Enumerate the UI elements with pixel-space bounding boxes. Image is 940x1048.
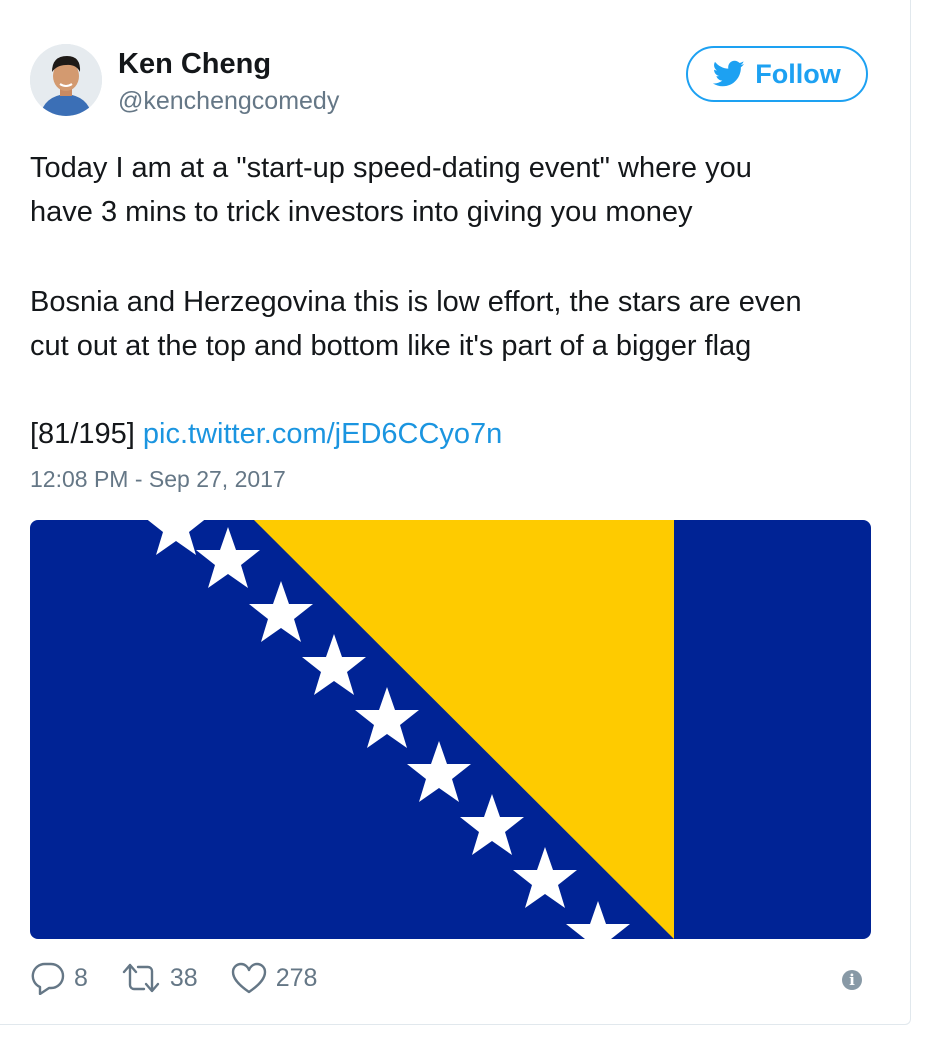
author-handle[interactable]: @kenchengcomedy	[118, 87, 339, 116]
tweet-line: have 3 mins to trick investors into givi…	[30, 196, 693, 228]
info-icon[interactable]: i	[842, 970, 862, 990]
tweet-line: cut out at the top and bottom like it's …	[30, 330, 752, 362]
follow-button[interactable]: Follow	[686, 46, 868, 102]
retweet-count: 38	[169, 963, 198, 992]
tweet-line: Bosnia and Herzegovina this is low effor…	[30, 286, 802, 318]
like-count: 278	[275, 963, 318, 992]
tweet-card: Ken Cheng @kenchengcomedy Follow Today I…	[0, 0, 911, 1025]
tweet-media-image[interactable]	[30, 520, 871, 939]
like-button[interactable]: 278	[230, 961, 318, 995]
tweet-paragraph-2: Bosnia and Herzegovina this is low effor…	[30, 280, 890, 368]
tweet-paragraph-1: Today I am at a "start-up speed-dating e…	[30, 146, 890, 234]
reply-icon	[31, 962, 65, 995]
tweet-counter: [81/195]	[30, 418, 135, 450]
tweet-line: Today I am at a "start-up speed-dating e…	[30, 152, 752, 184]
retweet-button[interactable]: 38	[120, 961, 198, 995]
heart-icon	[231, 962, 266, 994]
author-name[interactable]: Ken Cheng	[118, 48, 271, 81]
tweet-timestamp[interactable]: 12:08 PM - Sep 27, 2017	[30, 466, 286, 493]
tweet-actions: 8 38 278	[30, 958, 349, 998]
pic-link[interactable]: pic.twitter.com/jED6CCyo7n	[143, 418, 502, 450]
follow-label: Follow	[755, 58, 841, 89]
avatar[interactable]	[30, 44, 102, 116]
reply-count: 8	[74, 963, 88, 992]
bosnia-herzegovina-flag	[30, 520, 871, 939]
tweet-paragraph-3: [81/195] pic.twitter.com/jED6CCyo7n	[30, 412, 890, 456]
reply-button[interactable]: 8	[30, 961, 88, 995]
twitter-bird-icon	[713, 60, 745, 87]
retweet-icon	[122, 963, 160, 993]
profile-photo-icon	[30, 44, 102, 116]
